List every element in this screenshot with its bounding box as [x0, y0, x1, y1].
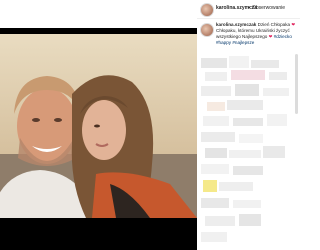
caption-username[interactable]: karolina.szymczak [216, 22, 256, 27]
blurred-comments [199, 54, 299, 250]
post-photo[interactable] [0, 34, 197, 218]
comments-scrollbar[interactable] [295, 54, 298, 114]
post-header: karolina.szymcza • Obserwowanie [197, 0, 300, 19]
author-avatar[interactable] [200, 3, 214, 17]
photo-illustration [0, 34, 197, 218]
post-caption: karolina.szymczak Dzień Chłopaka ❤ Chłop… [216, 22, 298, 46]
caption-text: Dzień Chłopaka [257, 22, 292, 27]
caption-avatar[interactable] [200, 23, 214, 37]
author-username[interactable]: karolina.szymcza [216, 5, 257, 11]
follow-status-button[interactable]: Obserwowanie [252, 5, 285, 11]
heart-icon: ❤ [268, 34, 273, 39]
separator-dot: • [248, 5, 250, 11]
heart-icon: ❤ [291, 22, 296, 27]
post-side-panel: karolina.szymcza • Obserwowanie karolina… [197, 0, 300, 250]
